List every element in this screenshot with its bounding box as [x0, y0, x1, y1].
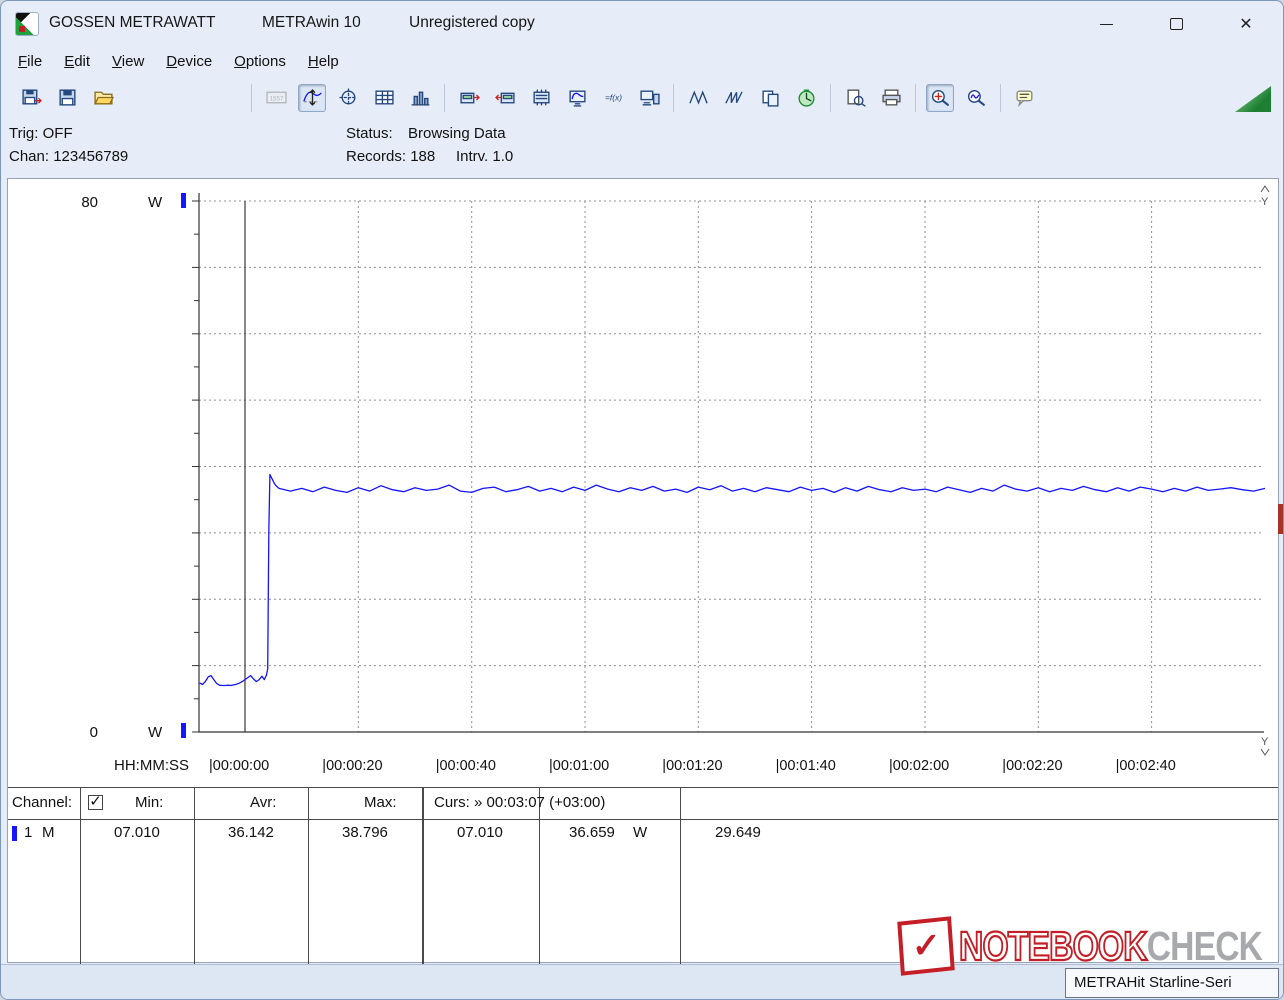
save-file-icon[interactable] — [53, 84, 81, 112]
col-header-min: Min: — [135, 794, 164, 811]
col-header-channel: Channel: — [12, 794, 73, 811]
col-header-cursor: Curs: » 00:03:07 (+03:00) — [434, 794, 606, 811]
document-area: |00:00:00 |00:00:20 |00:00:40 |00:01:00 |00:… — [7, 178, 1279, 964]
interval-value: Intrv. 1.0 — [456, 148, 514, 165]
annotations-icon[interactable] — [1011, 84, 1039, 112]
row-channel-flag: M — [42, 824, 55, 841]
print-preview-icon[interactable] — [841, 84, 869, 112]
svg-text:=f(x): =f(x) — [605, 93, 622, 103]
row-channel-number: 1 — [24, 824, 33, 841]
zoom-signal-icon[interactable] — [962, 84, 990, 112]
menubar: File Edit View Device Options Help — [1, 47, 1283, 80]
copy-values-icon[interactable] — [756, 84, 784, 112]
svg-text:|00:00:40: |00:00:40 — [436, 758, 496, 774]
power-chart[interactable]: |00:00:00 |00:00:20 |00:00:40 |00:01:00 |00:… — [8, 179, 1278, 786]
svg-text:Y: Y — [1261, 736, 1269, 748]
column-divider — [680, 788, 681, 964]
print-icon[interactable] — [877, 84, 905, 112]
app-window: GOSSEN METRAWATT METRAwin 10 Unregistere… — [0, 0, 1284, 1000]
column-divider — [194, 788, 195, 964]
formula-icon[interactable]: =f(x) — [599, 84, 627, 112]
app-logo-icon — [15, 12, 39, 36]
table-view-icon[interactable] — [370, 84, 398, 112]
svg-text:HH:MM:SS: HH:MM:SS — [114, 757, 189, 774]
save-data-icon[interactable] — [17, 84, 45, 112]
column-divider — [80, 788, 81, 964]
notebookcheck-watermark: ✓ NOTEBOOK CHECK — [897, 916, 1283, 976]
notebookcheck-logo-icon: ✓ — [897, 916, 955, 976]
titlebar-product: METRAwin 10 — [262, 14, 361, 31]
channel-list: Chan: 123456789 — [9, 148, 129, 165]
svg-text:1557: 1557 — [269, 96, 284, 103]
svg-text:|00:02:00: |00:02:00 — [889, 758, 949, 774]
row-cursor2-value: 36.659 — [569, 824, 615, 841]
svg-text:|00:01:40: |00:01:40 — [776, 758, 836, 774]
svg-text:80: 80 — [81, 194, 98, 211]
info-panel: Trig: OFF Chan: 123456789 Status: Browsi… — [1, 115, 1283, 178]
svg-text:W: W — [148, 724, 163, 741]
yt-chart-icon[interactable] — [298, 83, 326, 112]
titlebar-company: GOSSEN METRAWATT — [49, 14, 216, 31]
menu-edit[interactable]: Edit — [53, 47, 101, 80]
records-count: Records: 188 — [346, 148, 436, 165]
right-edge-marker — [1278, 504, 1283, 534]
status-value: Browsing Data — [408, 125, 506, 142]
xy-view-icon[interactable] — [334, 84, 362, 112]
svg-text:|00:02:40: |00:02:40 — [1116, 758, 1176, 774]
row-cursor1-value: 07.010 — [457, 824, 503, 841]
device-memory-icon[interactable] — [527, 84, 555, 112]
titlebar-license: Unregistered copy — [409, 14, 535, 31]
column-divider — [422, 788, 424, 964]
histogram-view-icon[interactable] — [406, 84, 434, 112]
header-divider — [8, 819, 1278, 820]
row-delta-value: 29.649 — [715, 824, 761, 841]
menu-file[interactable]: File — [7, 47, 53, 80]
device-read-icon[interactable] — [455, 84, 483, 112]
wave-saw-icon[interactable] — [720, 84, 748, 112]
close-button[interactable]: ✕ — [1223, 9, 1269, 39]
channel-color-marker — [12, 826, 17, 841]
menu-view[interactable]: View — [101, 47, 155, 80]
row-avr-value: 36.142 — [228, 824, 274, 841]
column-divider — [539, 788, 540, 964]
watermark-word-notebook: NOTEBOOK — [958, 921, 1148, 969]
svg-text:Y: Y — [1261, 196, 1269, 208]
column-divider — [308, 788, 309, 964]
open-file-icon[interactable] — [89, 84, 117, 112]
timer-icon[interactable] — [792, 84, 820, 112]
svg-text:|00:01:00: |00:01:00 — [549, 758, 609, 774]
svg-text:|00:02:20: |00:02:20 — [1002, 758, 1062, 774]
device-send-icon[interactable] — [491, 84, 519, 112]
pc-connect-icon[interactable] — [635, 84, 663, 112]
level-indicator-icon — [1235, 86, 1271, 112]
svg-text:0: 0 — [90, 724, 98, 741]
monitor-view-icon[interactable] — [563, 84, 591, 112]
wave-zigzag-icon[interactable] — [684, 84, 712, 112]
checkmark-icon: ✓ — [911, 926, 941, 966]
display-1557-icon: 1557 — [262, 84, 290, 112]
maximize-button[interactable] — [1153, 9, 1199, 39]
toolbar: 1557 =f(x) — [1, 80, 1283, 115]
trigger-status: Trig: OFF — [9, 125, 73, 142]
col-header-max: Max: — [364, 794, 397, 811]
row-min-value: 07.010 — [114, 824, 160, 841]
menu-device[interactable]: Device — [155, 47, 223, 80]
minimize-button[interactable] — [1083, 9, 1129, 39]
svg-text:|00:00:20: |00:00:20 — [322, 758, 382, 774]
titlebar: GOSSEN METRAWATT METRAwin 10 Unregistere… — [1, 1, 1283, 47]
menu-help[interactable]: Help — [297, 47, 350, 80]
row-max-value: 38.796 — [342, 824, 388, 841]
menu-options[interactable]: Options — [223, 47, 297, 80]
zoom-in-icon[interactable] — [926, 83, 954, 112]
col-header-avr: Avr: — [250, 794, 277, 811]
svg-text:|00:00:00: |00:00:00 — [209, 758, 269, 774]
row-unit: W — [633, 824, 648, 841]
watermark-word-check: CHECK — [1146, 922, 1263, 969]
status-label: Status: — [346, 125, 393, 142]
svg-text:W: W — [148, 194, 163, 211]
channel-visibility-checkbox[interactable]: ✓ — [88, 794, 103, 810]
svg-text:|00:01:20: |00:01:20 — [662, 758, 722, 774]
